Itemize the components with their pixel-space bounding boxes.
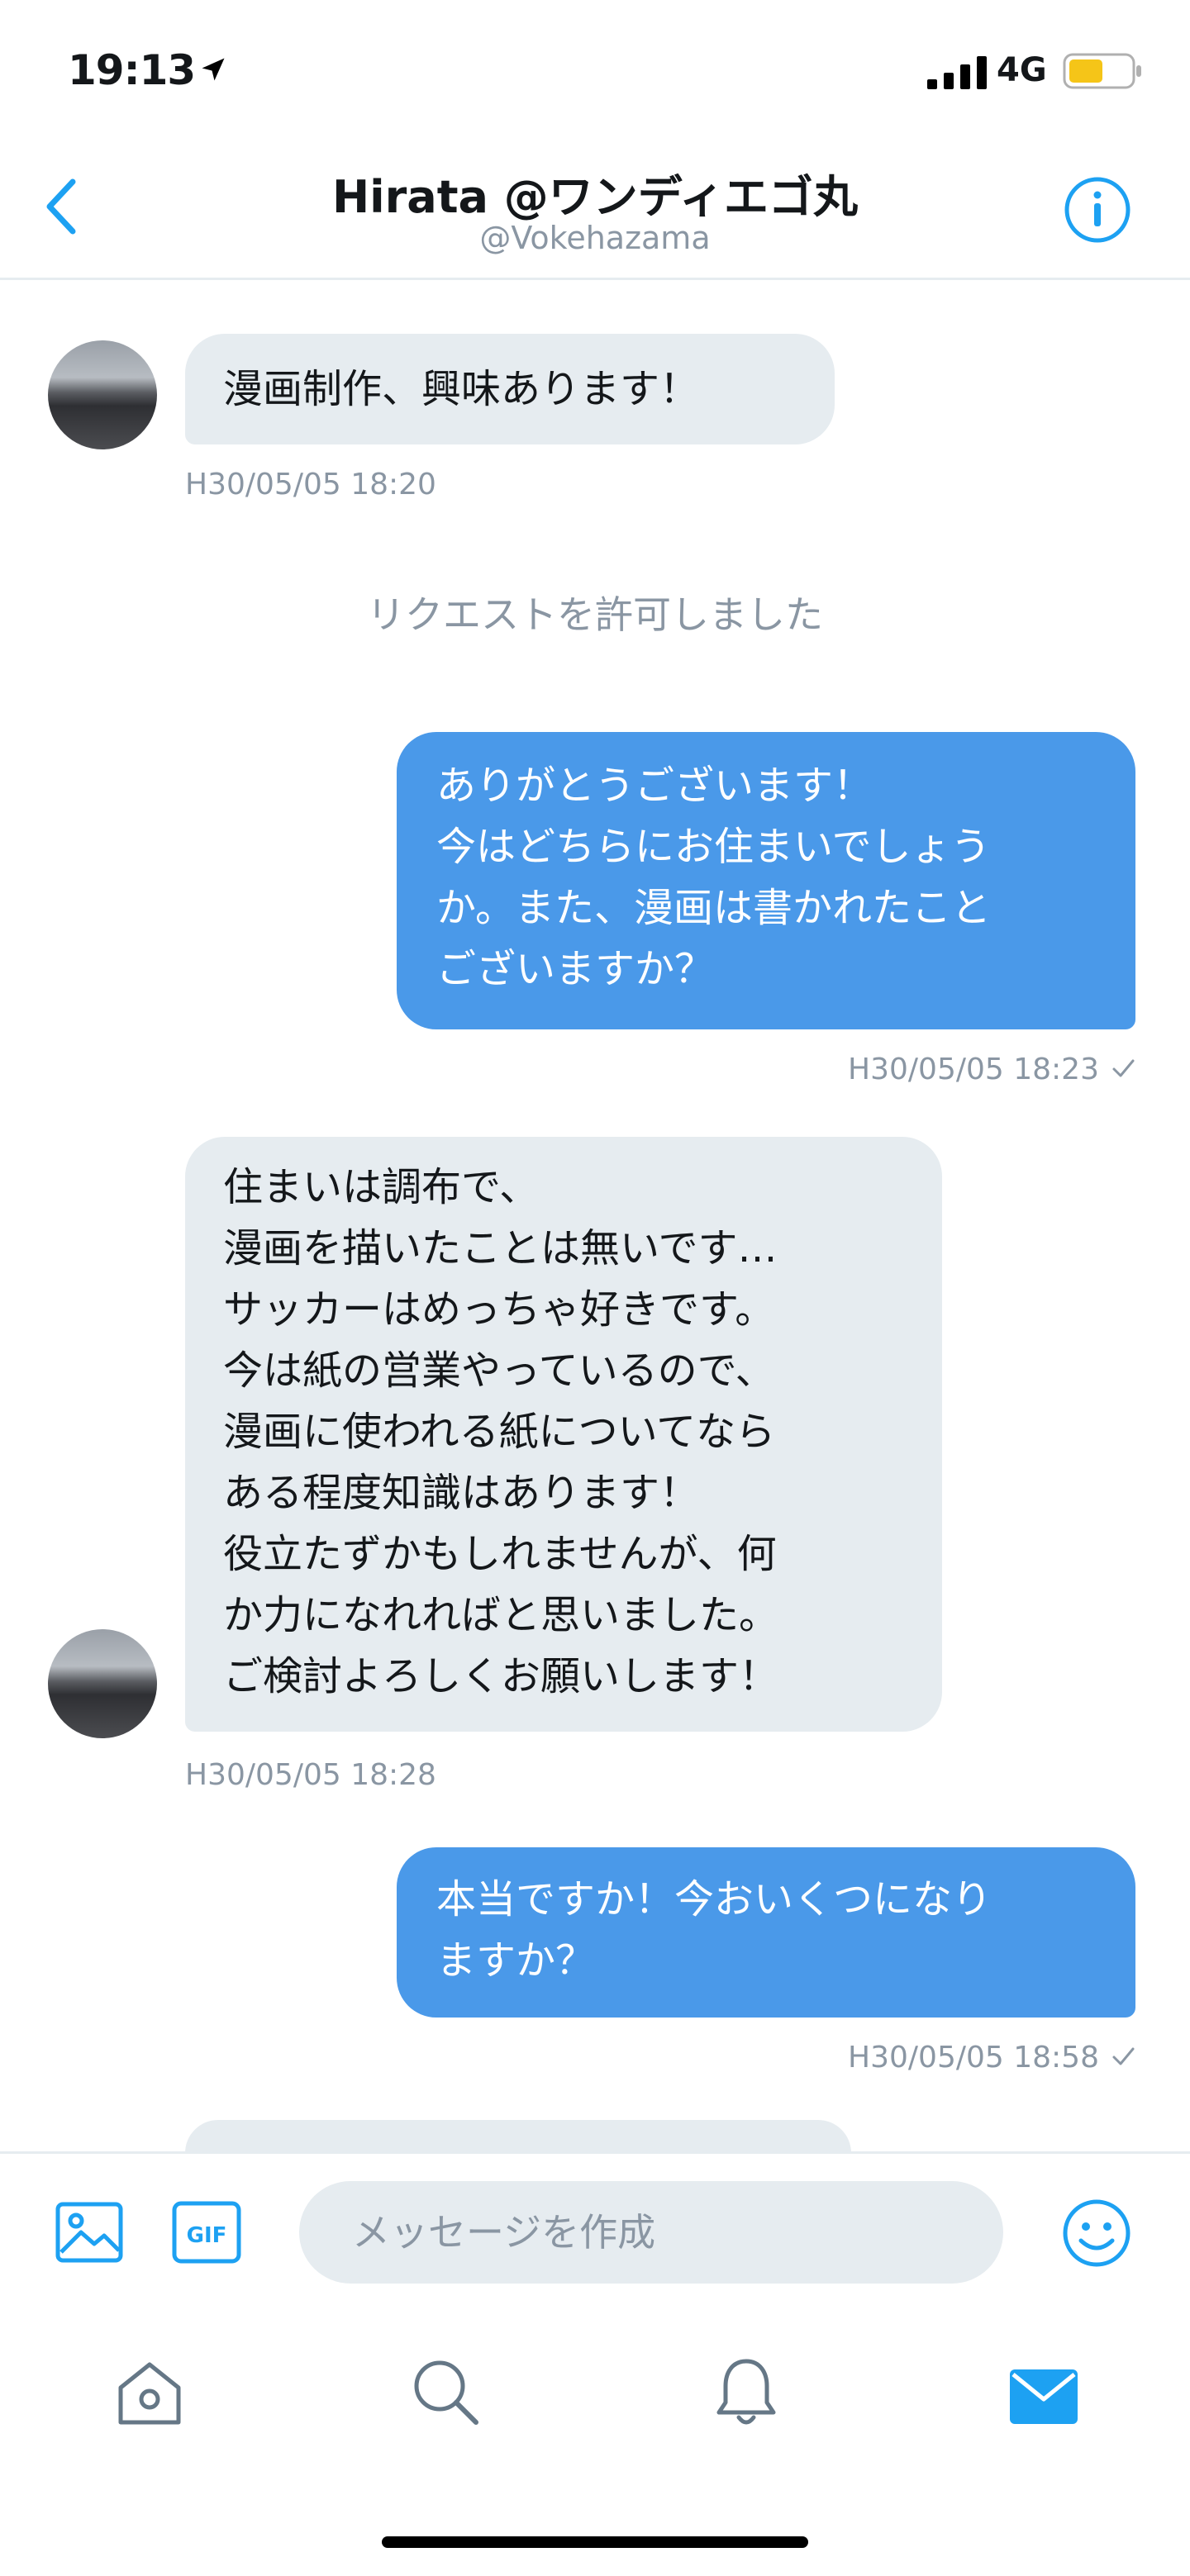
conversation-title: Hirata @ワンディエゴ丸 xyxy=(331,171,859,223)
location-arrow-icon xyxy=(202,58,225,81)
conversation-handle: @Vokehazama xyxy=(479,220,711,256)
message-timestamp-row: H30/05/05 18:58 xyxy=(848,2041,1135,2075)
message-input[interactable] xyxy=(299,2181,1003,2284)
message-bubble-outgoing: ありがとうございます！ 今はどちらにお住まいでしょう か。また、漫画は書かれたこ… xyxy=(397,732,1135,1029)
search-icon[interactable] xyxy=(408,2355,483,2429)
notifications-bell-icon[interactable] xyxy=(709,2355,783,2429)
home-icon[interactable] xyxy=(112,2356,187,2431)
signal-bars-icon xyxy=(927,56,987,89)
sent-check-icon xyxy=(1112,2047,1135,2065)
info-icon[interactable] xyxy=(1063,175,1132,245)
message-timestamp: H30/05/05 18:23 xyxy=(848,1053,1099,1086)
messages-envelope-icon[interactable] xyxy=(1007,2360,1081,2434)
home-indicator[interactable] xyxy=(382,2536,808,2548)
network-type: 4G xyxy=(997,51,1047,89)
header-divider xyxy=(0,278,1190,280)
composer-divider xyxy=(0,2151,1190,2154)
message-bubble-outgoing: 本当ですか！今おいくつになり ますか？ xyxy=(397,1847,1135,2018)
message-timestamp: H30/05/05 18:20 xyxy=(185,468,436,501)
gif-label: GIF xyxy=(187,2223,227,2248)
gif-frame: GIF xyxy=(172,2201,241,2264)
message-bubble-incoming: 住まいは調布で、 漫画を描いたことは無いです… サッカーはめっちゃ好きです。 今… xyxy=(185,1137,942,1732)
emoji-icon[interactable] xyxy=(1061,2198,1132,2269)
message-bubble-incoming-partial xyxy=(185,2120,851,2153)
system-message: リクエストを許可しました xyxy=(367,592,823,637)
message-timestamp-row: H30/05/05 18:23 xyxy=(848,1053,1135,1086)
avatar[interactable] xyxy=(48,340,157,449)
message-timestamp: H30/05/05 18:58 xyxy=(848,2041,1099,2075)
gif-icon[interactable]: GIF xyxy=(172,2201,241,2264)
image-icon[interactable] xyxy=(55,2198,124,2267)
status-time: 19:13 xyxy=(68,46,196,94)
message-bubble-incoming: 漫画制作、興味あります！ xyxy=(185,334,835,444)
avatar[interactable] xyxy=(48,1629,157,1738)
message-timestamp: H30/05/05 18:28 xyxy=(185,1758,436,1792)
sent-check-icon xyxy=(1112,1059,1135,1077)
battery-icon xyxy=(1063,53,1141,89)
